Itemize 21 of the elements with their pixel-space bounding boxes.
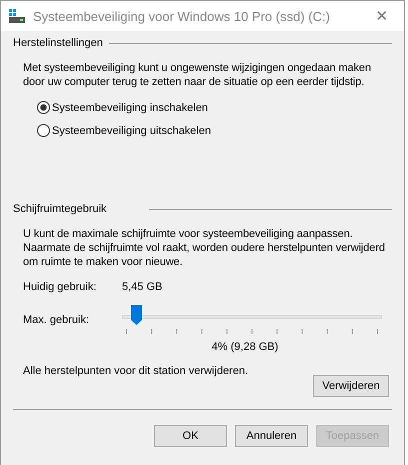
window-title: Systeembeveiliging voor Windows 10 Pro (ssd) (C:) (33, 8, 331, 24)
usage-slider[interactable] (122, 305, 382, 335)
group-heading: Schijfruimtegebruik (13, 203, 107, 215)
radio-button[interactable] (37, 124, 50, 137)
group-heading: Herstelinstellingen (13, 37, 103, 49)
usage-value: 5,45 GB (122, 281, 162, 293)
field-label: Max. gebruik: (23, 314, 90, 326)
description-text: Met systeembeveiliging kunt u ongewenste wijzigingen ongedaan maken door uw computer terug te zetten naar de situatie op een eerder tijdstip. (23, 61, 372, 89)
radio-label[interactable]: Systeembeveiliging uitschakelen (52, 124, 211, 136)
drive-icon (9, 9, 25, 23)
radio-label[interactable]: Systeembeveiliging inschakelen (52, 102, 208, 114)
slider-reading: 4% (9,28 GB) (210, 341, 280, 353)
delete-button[interactable]: Verwijderen (313, 375, 389, 397)
dialog-button[interactable]: Annuleren (235, 425, 308, 447)
dialog-button[interactable]: OK (154, 425, 227, 447)
field-label: Huidig gebruik: (23, 281, 98, 293)
close-button[interactable]: ✕ (360, 7, 404, 25)
radio-button[interactable] (37, 101, 50, 114)
delete-text: Alle herstelpunten voor dit station verwijderen. (23, 365, 248, 377)
description-text: U kunt de maximale schijfruimte voor systeembeveiliging aanpassen. Naarmate de schijfruimte vol raakt, worden oudere herstelpunten verwijderd om ruimte te maken voor nieuwe. (23, 227, 386, 269)
slider-thumb[interactable] (131, 305, 142, 325)
